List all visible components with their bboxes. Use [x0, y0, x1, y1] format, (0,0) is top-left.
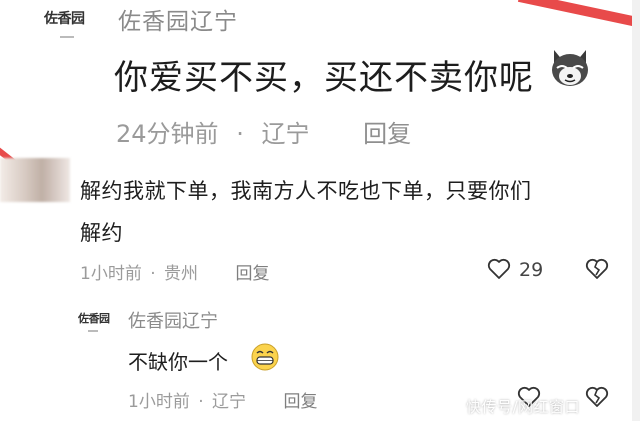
meta-separator: ·: [198, 392, 204, 412]
location: 辽宁: [261, 120, 310, 148]
reply-button[interactable]: 回复: [363, 120, 411, 148]
comment-text: 解约我就下单，我南方人不吃也下单，只要你们 解约: [80, 170, 620, 254]
location: 贵州: [164, 264, 199, 284]
location: 辽宁: [212, 392, 247, 412]
timestamp: 1小时前: [80, 264, 142, 284]
comment-text-line: 解约: [80, 221, 123, 245]
avatar[interactable]: 佐香园: [78, 310, 110, 326]
comment-meta: 1小时前 · 贵州 回复: [80, 259, 269, 284]
reply-text: 不缺你一个: [128, 350, 228, 374]
frame-edge: [632, 0, 640, 421]
broken-heart-icon[interactable]: [584, 256, 610, 282]
decorative-stripe: [517, 0, 640, 40]
watermark: 快传号/网红窗口: [466, 398, 581, 416]
author-name[interactable]: 佐香园辽宁: [128, 307, 218, 333]
reply-button[interactable]: 回复: [235, 264, 269, 284]
wolf-sticker-icon: [552, 50, 588, 86]
avatar-underline: [60, 36, 74, 38]
meta-separator: ·: [236, 120, 244, 148]
like-count: 29: [519, 259, 544, 281]
broken-heart-icon[interactable]: [584, 384, 610, 410]
reply-meta: 24分钟前 · 辽宁 回复: [116, 114, 411, 149]
reply-button[interactable]: 回复: [283, 392, 317, 412]
heart-icon[interactable]: [486, 256, 512, 282]
avatar[interactable]: [0, 158, 70, 202]
reply-meta: 1小时前 · 辽宁 回复: [128, 387, 317, 412]
grin-emoji-icon: [251, 343, 279, 371]
avatar[interactable]: 佐香园: [44, 8, 85, 28]
reply-text: 你爱买不买，买还不卖你呢: [114, 58, 534, 98]
comment-text-line: 解约我就下单，我南方人不吃也下单，只要你们: [80, 179, 532, 203]
timestamp: 1小时前: [128, 392, 190, 412]
meta-separator: ·: [150, 264, 156, 284]
timestamp: 24分钟前: [116, 120, 219, 148]
author-name[interactable]: 佐香园辽宁: [118, 2, 238, 36]
avatar-underline: [88, 330, 98, 332]
